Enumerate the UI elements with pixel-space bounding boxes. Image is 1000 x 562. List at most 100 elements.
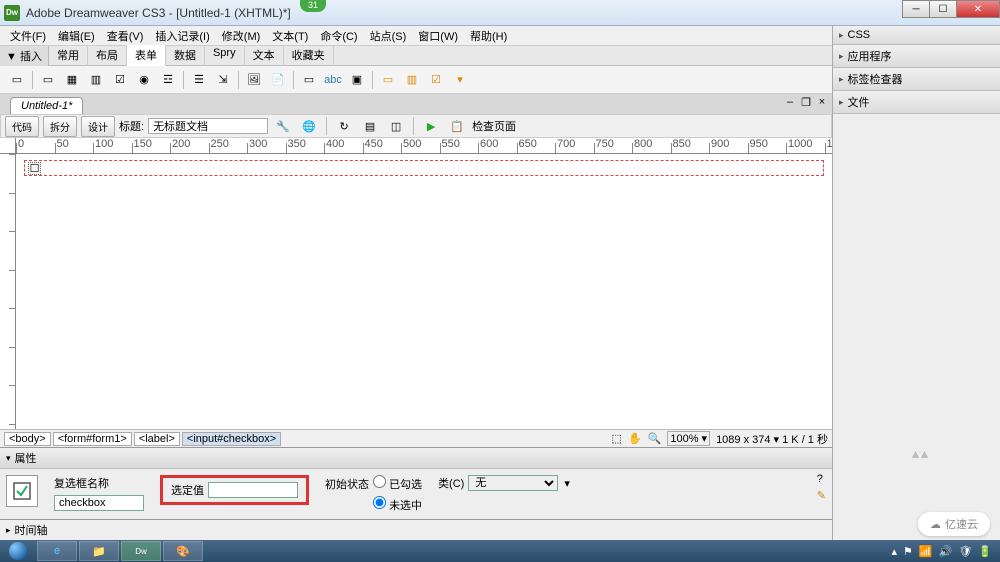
textfield-icon[interactable]: ▭	[37, 70, 59, 90]
title-bar: Dw Adobe Dreamweaver CS3 - [Untitled-1 (…	[0, 0, 1000, 26]
spry-checkbox-icon[interactable]: ☑	[425, 70, 447, 90]
document-tabs: Untitled-1* – ❐ ×	[0, 94, 832, 114]
design-view-button[interactable]: 设计	[81, 116, 115, 137]
menu-item-0[interactable]: 文件(F)	[4, 26, 52, 46]
tray-network-icon[interactable]: 📶	[919, 545, 933, 558]
start-button[interactable]	[0, 540, 36, 562]
quick-edit-icon[interactable]: ✎	[817, 489, 826, 502]
tray-flag-icon[interactable]: ⚑	[903, 545, 913, 558]
insert-tab-4[interactable]: Spry	[205, 45, 245, 66]
menu-item-7[interactable]: 站点(S)	[364, 26, 413, 46]
side-panel-3[interactable]: 文件	[833, 91, 1000, 113]
tray-up-icon[interactable]: ▴	[892, 545, 898, 558]
menu-item-3[interactable]: 插入记录(I)	[149, 26, 215, 46]
code-view-button[interactable]: 代码	[5, 116, 39, 137]
radio-checked-option[interactable]: 已勾选	[373, 475, 422, 492]
close-button[interactable]: ✕	[956, 0, 1000, 18]
list-icon[interactable]: ☰	[188, 70, 210, 90]
refresh-icon[interactable]: ↻	[333, 116, 355, 136]
globe-icon[interactable]: 🌐	[298, 116, 320, 136]
timeline-header[interactable]: 时间轴	[0, 520, 832, 540]
system-tray[interactable]: ▴ ⚑ 📶 🔊 🛡 🔋	[892, 545, 1000, 558]
menu-item-6[interactable]: 命令(C)	[314, 26, 363, 46]
help-icon[interactable]: ?	[817, 473, 826, 485]
task-paint[interactable]: 🎨	[163, 541, 203, 561]
browser-check-icon[interactable]: 🔧	[272, 116, 294, 136]
insert-tab-6[interactable]: 收藏夹	[284, 45, 334, 66]
tray-battery-icon[interactable]: 🔋	[978, 545, 992, 558]
sidebar-collapse-dots[interactable]: ▴▴	[912, 445, 930, 462]
properties-header[interactable]: 属性	[0, 448, 832, 469]
maximize-button[interactable]: ☐	[929, 0, 957, 18]
split-view-button[interactable]: 拆分	[43, 116, 77, 137]
checkbox-element[interactable]: ☐	[28, 162, 41, 175]
menu-item-8[interactable]: 窗口(W)	[412, 26, 464, 46]
insert-tab-5[interactable]: 文本	[245, 45, 284, 66]
design-canvas[interactable]: ☐	[16, 154, 832, 429]
spry-text-icon[interactable]: ▭	[377, 70, 399, 90]
menu-item-9[interactable]: 帮助(H)	[464, 26, 513, 46]
cloud-icon: ☁	[930, 518, 941, 531]
checkbox-icon[interactable]: ☑	[109, 70, 131, 90]
doc-restore-icon[interactable]: ❐	[800, 96, 812, 109]
form-icon[interactable]: ▭	[6, 70, 28, 90]
image-field-icon[interactable]: 🖼	[243, 70, 265, 90]
task-explorer[interactable]: 📁	[79, 541, 119, 561]
button-icon[interactable]: ▭	[298, 70, 320, 90]
name-input[interactable]	[54, 495, 144, 511]
menu-item-2[interactable]: 查看(V)	[101, 26, 150, 46]
tag-selector-1[interactable]: <form#form1>	[53, 432, 132, 446]
select-tool-icon[interactable]: ⬚	[612, 432, 622, 445]
tag-selector-2[interactable]: <label>	[134, 432, 180, 446]
side-panel-0[interactable]: CSS	[833, 26, 1000, 44]
class-select[interactable]: 无	[468, 475, 558, 491]
minimize-button[interactable]: ─	[902, 0, 930, 18]
spry-select-icon[interactable]: ▾	[449, 70, 471, 90]
app-icon: Dw	[4, 5, 20, 21]
radio-icon[interactable]: ◉	[133, 70, 155, 90]
fieldset-icon[interactable]: ▣	[346, 70, 368, 90]
form-outline[interactable]	[24, 160, 824, 176]
zoom-select[interactable]: 100% ▾	[667, 431, 710, 446]
radio-unchecked-option[interactable]: 未选中	[373, 496, 422, 513]
file-manage-icon[interactable]: 📋	[446, 116, 468, 136]
insert-toggle[interactable]: ▼ 插入	[0, 46, 49, 66]
view-options-icon[interactable]: ▤	[359, 116, 381, 136]
menu-item-5[interactable]: 文本(T)	[266, 26, 314, 46]
side-panel-2[interactable]: 标签检查器	[833, 68, 1000, 90]
jump-icon[interactable]: ⇲	[212, 70, 234, 90]
radiogroup-icon[interactable]: ☲	[157, 70, 179, 90]
hand-tool-icon[interactable]: ✋	[628, 432, 642, 445]
doc-minimize-icon[interactable]: –	[784, 96, 796, 109]
side-panel-1[interactable]: 应用程序	[833, 45, 1000, 67]
menu-item-1[interactable]: 编辑(E)	[52, 26, 101, 46]
tag-selector-3[interactable]: <input#checkbox>	[182, 432, 281, 446]
tray-shield-icon[interactable]: 🛡	[958, 545, 972, 558]
ruler-origin[interactable]	[0, 138, 16, 154]
visual-aids-icon[interactable]: ◫	[385, 116, 407, 136]
textarea-icon[interactable]: ▥	[85, 70, 107, 90]
value-input[interactable]	[208, 482, 298, 498]
class-dropdown-icon[interactable]: ▾	[564, 477, 570, 490]
doc-tab[interactable]: Untitled-1*	[10, 97, 83, 114]
insert-tab-1[interactable]: 布局	[88, 45, 127, 66]
hidden-icon[interactable]: ▦	[61, 70, 83, 90]
label-icon[interactable]: abc	[322, 70, 344, 90]
doc-close-icon[interactable]: ×	[816, 96, 828, 109]
tag-selector-0[interactable]: <body>	[4, 432, 51, 446]
task-dreamweaver[interactable]: Dw	[121, 541, 161, 561]
file-field-icon[interactable]: 📄	[267, 70, 289, 90]
class-label: 类(C)	[438, 475, 464, 491]
tray-sound-icon[interactable]: 🔊	[939, 545, 953, 558]
menu-item-4[interactable]: 修改(M)	[216, 26, 267, 46]
value-label: 选定值	[171, 482, 204, 498]
insert-tab-2[interactable]: 表单	[127, 45, 166, 66]
spry-textarea-icon[interactable]: ▥	[401, 70, 423, 90]
insert-tab-0[interactable]: 常用	[49, 45, 88, 66]
title-input[interactable]	[148, 118, 268, 134]
preview-icon[interactable]: ▶	[420, 116, 442, 136]
zoom-tool-icon[interactable]: 🔍	[648, 432, 662, 445]
check-page-label[interactable]: 检查页面	[472, 118, 516, 134]
insert-tab-3[interactable]: 数据	[166, 45, 205, 66]
task-ie[interactable]: e	[37, 541, 77, 561]
